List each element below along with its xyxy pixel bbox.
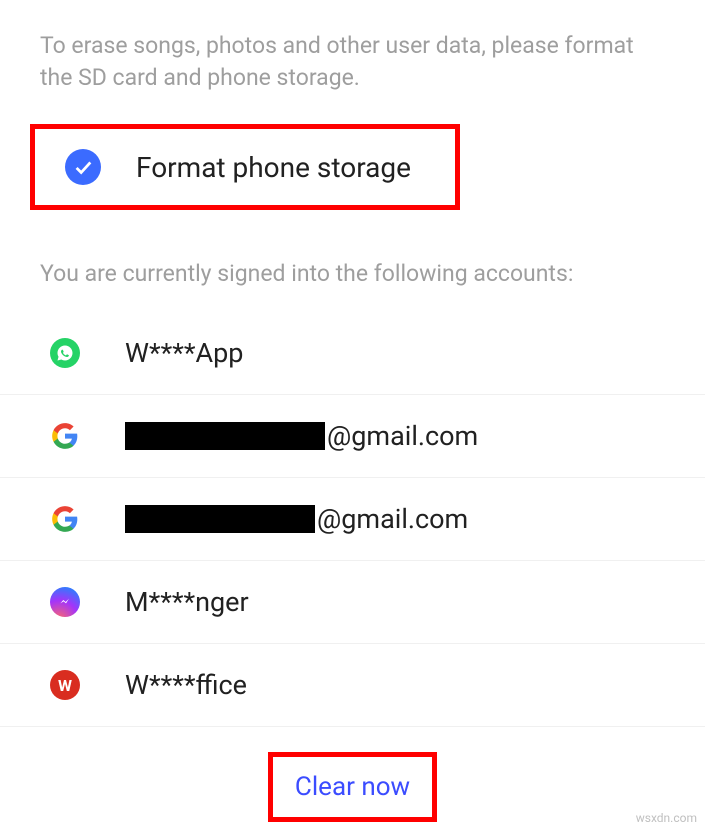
- format-option-label: Format phone storage: [136, 151, 411, 184]
- messenger-icon: [50, 587, 80, 617]
- account-row-google-2: @gmail.com: [0, 478, 705, 561]
- clear-now-button[interactable]: Clear now: [268, 752, 437, 822]
- account-row-wps: W W****ffice: [0, 644, 705, 727]
- account-row-messenger: M****nger: [0, 561, 705, 644]
- account-label: @gmail.com: [125, 503, 468, 535]
- account-label: W****App: [125, 337, 243, 369]
- account-row-whatsapp: W****App: [0, 312, 705, 395]
- google-icon: [50, 504, 80, 534]
- account-label: W****ffice: [125, 669, 247, 701]
- google-icon: [50, 421, 80, 451]
- watermark-text: wsxdn.com: [636, 811, 697, 825]
- wps-icon: W: [50, 670, 80, 700]
- account-label: @gmail.com: [125, 420, 478, 452]
- checkbox-checked-icon: [65, 149, 101, 185]
- redacted-text: [125, 505, 315, 533]
- clear-now-label: Clear now: [295, 772, 410, 802]
- account-label: M****nger: [125, 586, 249, 618]
- account-row-google-1: @gmail.com: [0, 395, 705, 478]
- description-text: To erase songs, photos and other user da…: [0, 0, 705, 114]
- format-phone-storage-option[interactable]: Format phone storage: [30, 124, 460, 210]
- accounts-header-text: You are currently signed into the follow…: [0, 210, 705, 312]
- whatsapp-icon: [50, 338, 80, 368]
- redacted-text: [125, 422, 325, 450]
